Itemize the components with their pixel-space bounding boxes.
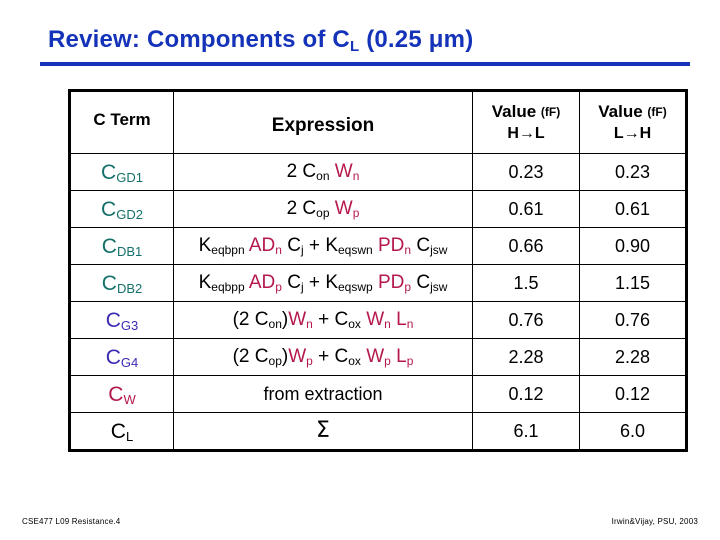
row-c-term: CW <box>68 375 174 413</box>
row-expression: Keqbpn ADn Cj + Keqswn PDn Cjsw <box>173 227 473 265</box>
column-header-value-lh-direction: L→H <box>613 125 652 142</box>
table-body: CGD1 2 Con Wn 0.23 0.23 CGD2 2 Cop Wp 0.61 0.61… <box>68 153 688 452</box>
row-expression: Σ <box>173 412 473 452</box>
row-expression: Keqbpp ADp Cj + Keqswp PDp Cjsw <box>173 264 473 302</box>
column-header-value-lh: Value (fF) L→H <box>579 89 688 154</box>
row-c-term: CGD2 <box>68 190 174 228</box>
table-row: CGD1 2 Con Wn 0.23 0.23 <box>68 153 688 191</box>
title-underline-rule <box>40 62 690 66</box>
table-row: CDB1 Keqbpn ADn Cj + Keqswn PDn Cjsw 0.66 0… <box>68 227 688 265</box>
footer-attribution: Irwin&Vijay, PSU, 2003 <box>611 517 698 526</box>
column-header-expression: Expression <box>173 89 473 154</box>
row-value-hl: 6.1 <box>472 412 580 452</box>
row-c-term: CDB2 <box>68 264 174 302</box>
row-value-hl: 1.5 <box>472 264 580 302</box>
table-row: CL Σ 6.1 6.0 <box>68 412 688 452</box>
row-expression: 2 Con Wn <box>173 153 473 191</box>
table-header: C Term Expression Value (fF) H→L Value (… <box>68 89 688 154</box>
column-header-value-hl-direction: H→L <box>507 125 545 142</box>
row-value-lh: 6.0 <box>579 412 688 452</box>
row-c-term: CGD1 <box>68 153 174 191</box>
page-title-subscript: L <box>349 38 360 55</box>
footer-course-label: CSE477 L09 Resistance.4 <box>22 517 121 526</box>
column-header-c-term: C Term <box>68 89 174 154</box>
page-title-main: Review: Components of C <box>48 26 350 53</box>
row-value-lh: 0.12 <box>579 375 688 413</box>
row-value-lh: 0.90 <box>579 227 688 265</box>
row-value-hl: 0.61 <box>472 190 580 228</box>
table-row: CDB2 Keqbpp ADp Cj + Keqswp PDp Cjsw 1.5 1.… <box>68 264 688 302</box>
row-c-term: CG4 <box>68 338 174 376</box>
row-c-term: CL <box>68 412 174 452</box>
page-title-tail: (0.25 μm) <box>359 26 474 53</box>
capacitance-components-table: C Term Expression Value (fF) H→L Value (… <box>68 89 688 452</box>
row-c-term: CDB1 <box>68 227 174 265</box>
row-expression: (2 Con)Wn + Cox Wn Ln <box>173 301 473 339</box>
slide-title-block: Review: Components of CL (0.25 μm) <box>40 26 690 66</box>
table-row: CG3 (2 Con)Wn + Cox Wn Ln 0.76 0.76 <box>68 301 688 339</box>
row-value-hl: 0.12 <box>472 375 580 413</box>
table-row: CW from extraction 0.12 0.12 <box>68 375 688 413</box>
column-header-value-lh-unit: (fF) <box>647 105 667 119</box>
column-header-value-lh-label: Value <box>598 102 643 121</box>
column-header-value-hl-label: Value <box>491 102 537 121</box>
page-title: Review: Components of CL (0.25 μm) <box>40 26 690 61</box>
row-value-hl: 0.23 <box>472 153 580 191</box>
table-row: CG4 (2 Cop)Wp + Cox Wp Lp 2.28 2.28 <box>68 338 688 376</box>
row-value-lh: 0.76 <box>579 301 688 339</box>
row-expression: 2 Cop Wp <box>173 190 473 228</box>
column-header-value-hl-unit: (fF) <box>540 105 561 119</box>
row-value-hl: 0.66 <box>472 227 580 265</box>
column-header-value-hl: Value (fF) H→L <box>472 89 580 154</box>
row-value-hl: 0.76 <box>472 301 580 339</box>
row-expression: (2 Cop)Wp + Cox Wp Lp <box>173 338 473 376</box>
row-value-hl: 2.28 <box>472 338 580 376</box>
table-header-row: C Term Expression Value (fF) H→L Value (… <box>68 89 688 154</box>
row-value-lh: 2.28 <box>579 338 688 376</box>
row-expression: from extraction <box>173 375 473 413</box>
row-value-lh: 1.15 <box>579 264 688 302</box>
row-value-lh: 0.61 <box>579 190 688 228</box>
table-row: CGD2 2 Cop Wp 0.61 0.61 <box>68 190 688 228</box>
row-value-lh: 0.23 <box>579 153 688 191</box>
row-c-term: CG3 <box>68 301 174 339</box>
